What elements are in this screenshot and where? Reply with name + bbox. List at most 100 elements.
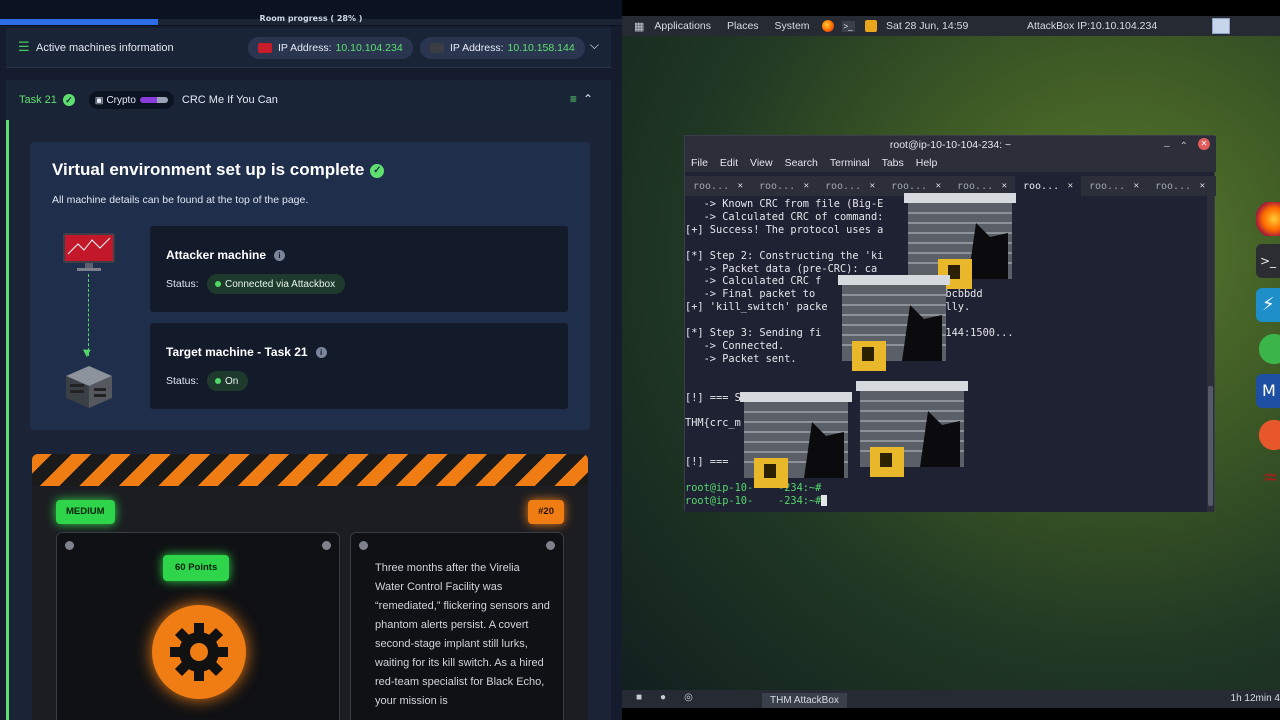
show-desktop-icon[interactable]: ■ [636,692,660,703]
screw-icon [322,541,331,550]
terminal-scrollbar[interactable] [1207,196,1214,512]
close-icon[interactable]: ✕ [1198,138,1210,150]
attacker-pc-icon [258,43,272,53]
terminal-tab-label: roo... [1155,180,1192,192]
clock[interactable]: Sat 28 Jun, 14:59 [886,20,968,32]
terminal-tab-label: roo... [693,180,730,192]
terminal-dock-icon[interactable]: >_ [1256,244,1280,278]
metasploit-dock-icon[interactable]: M [1256,374,1280,408]
taskbar-item[interactable]: THM AttackBox [762,693,847,708]
active-machines-bar[interactable]: ☰ Active machines information IP Address… [6,28,611,68]
room-panel: Room progress ( 28% ) ☰ Active machines … [0,0,622,720]
gear-badge [152,605,246,699]
screw-icon [65,541,74,550]
terminal-launcher-icon[interactable]: >_ [841,20,855,32]
tag-label: Crypto [106,94,136,106]
info-icon[interactable]: i [315,347,327,358]
close-tab-icon[interactable]: ✕ [1200,181,1205,191]
terminal-menubar: File Edit View Search Terminal Tabs Help [685,154,1216,172]
tool-dock-icon[interactable] [1256,332,1280,366]
attacker-machine-title: Attacker machine [166,248,267,262]
terminal-tab[interactable]: roo... ✕ [1147,176,1213,196]
app-launcher-icon[interactable] [864,20,877,32]
challenge-story: Three months after the Virelia Water Con… [375,562,550,707]
menu-help[interactable]: Help [916,157,938,169]
ip-value: 10.10.158.144 [507,42,575,54]
applications-grid-icon[interactable]: ▦ [634,20,644,33]
status-text: Connected via Attackbox [225,278,336,290]
close-tab-icon[interactable]: ✕ [936,181,941,191]
task-header[interactable]: Task 21 ✓ ▣ Crypto CRC Me If You Can ≡⌃ [6,80,611,120]
terminal-tab[interactable]: roo... ✕ [685,176,751,196]
chevron-down-icon[interactable]: ⌵ [590,38,599,53]
ip-label: IP Address: [450,42,504,54]
menu-system[interactable]: System [775,20,810,32]
challenge-card: MEDIUM #20 60 Points Three months after … [32,454,588,720]
terminal-tab[interactable]: roo... ✕ [1015,176,1081,196]
firefox-dock-icon[interactable] [1256,202,1280,236]
menu-search[interactable]: Search [785,157,818,169]
pen-tool-dock-icon[interactable] [1256,418,1280,452]
chevron-up-icon[interactable]: ⌃ [583,92,599,106]
ip-value: 10.10.104.234 [335,42,403,54]
task-tools: ≡⌃ [570,92,599,106]
window-button-icon[interactable] [1212,18,1230,34]
ip-label: IP Address: [278,42,332,54]
arrow-down-icon: ▼ [83,348,91,359]
close-tab-icon[interactable]: ✕ [738,181,743,191]
menu-view[interactable]: View [750,157,773,169]
safe-overlay-icon [740,392,852,488]
target-machine-card: Target machine - Task 21 i Status: On [150,323,568,409]
connection-line [88,274,89,356]
user-icon[interactable]: ● [660,692,684,703]
scrollbar-thumb[interactable] [1208,386,1213,506]
task-label: Task 21 [19,94,57,106]
attackbox-ip-label: AttackBox IP:10.10.104.234 [1027,20,1158,32]
firefox-icon[interactable] [821,20,834,32]
room-topbar: Room progress ( 28% ) [0,0,622,26]
burp-dock-icon[interactable]: ⚡ [1256,288,1280,322]
list-icon: ☰ [18,40,30,55]
bottom-black-bar [622,708,1280,720]
task-title: CRC Me If You Can [181,94,278,106]
menu-file[interactable]: File [691,157,708,169]
menu-applications[interactable]: Applications [654,20,711,32]
close-tab-icon[interactable]: ✕ [1002,181,1007,191]
top-black-bar [622,0,1280,16]
close-tab-icon[interactable]: ✕ [1068,181,1073,191]
info-icon[interactable]: i [274,250,286,261]
close-tab-icon[interactable]: ✕ [870,181,875,191]
desktop-bottom-panel: ■●◎ THM AttackBox 1h 12min 4 [622,690,1280,708]
session-timer: 1h 12min 4 [1230,693,1280,704]
terminal-titlebar[interactable]: root@ip-10-10-104-234: ~ ‒ ⌃ ✕ [685,136,1216,154]
server-small-icon [430,43,444,53]
terminal-title: root@ip-10-10-104-234: ~ [889,139,1012,151]
menu-edit[interactable]: Edit [720,157,738,169]
crypto-tag: ▣ Crypto [88,91,174,109]
close-tab-icon[interactable]: ✕ [1134,181,1139,191]
terminal-tab-label: roo... [957,180,994,192]
terminal-tab[interactable]: roo... ✕ [817,176,883,196]
menu-terminal[interactable]: Terminal [830,157,870,169]
screw-icon [359,541,368,550]
attacker-machine-card: Attacker machine i Status: Connected via … [150,226,568,312]
close-tab-icon[interactable]: ✕ [804,181,809,191]
points-badge: 60 Points [163,555,230,581]
stack-icon[interactable]: ≡ [570,92,583,106]
environment-description: All machine details can be found at the … [52,194,309,206]
task-complete-check-icon: ✓ [62,94,75,106]
terminal-tab-label: roo... [759,180,796,192]
difficulty-badge: MEDIUM [56,500,115,524]
menu-places[interactable]: Places [727,20,759,32]
status-dot-icon [215,378,221,384]
ip-address-pill-target[interactable]: IP Address: 10.10.158.144 [420,37,585,59]
safe-overlay-icon [838,275,950,371]
bull-dock-icon[interactable]: ♒ [1256,462,1280,496]
menu-tabs[interactable]: Tabs [882,157,904,169]
terminal-tab[interactable]: roo... ✕ [1081,176,1147,196]
terminal-tab[interactable]: roo... ✕ [751,176,817,196]
ip-address-pill-attacker[interactable]: IP Address: 10.10.104.234 [248,37,413,59]
target-machine-name: Target machine - Task 21 i [166,345,327,359]
status-label: Status: [166,375,199,387]
network-icon[interactable]: ◎ [684,692,711,703]
